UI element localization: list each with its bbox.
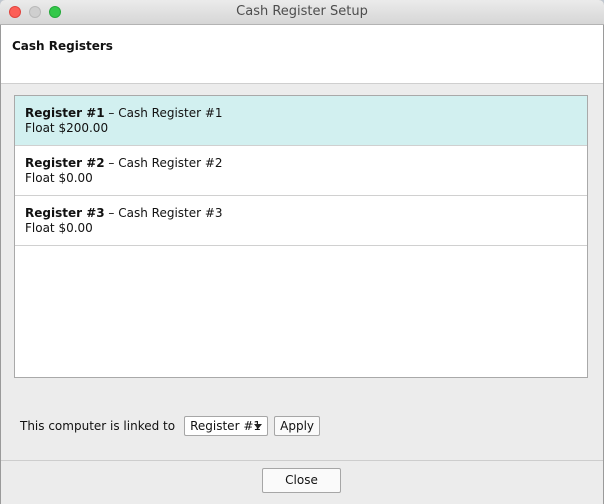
list-item[interactable]: Register #3 – Cash Register #3 Float $0.… <box>15 196 587 246</box>
register-id: Register #3 <box>25 206 105 220</box>
register-name: Cash Register #2 <box>118 156 223 170</box>
register-id: Register #1 <box>25 106 105 120</box>
register-id: Register #2 <box>25 156 105 170</box>
linked-register-label: This computer is linked to <box>20 419 176 433</box>
register-separator: – <box>104 206 119 220</box>
window-title: Cash Register Setup <box>236 4 368 19</box>
register-heading: Register #2 – Cash Register #2 <box>25 156 587 171</box>
register-heading: Register #1 – Cash Register #1 <box>25 106 587 121</box>
header-panel: Cash Registers <box>1 25 603 84</box>
register-select-value: Register #1 <box>190 419 262 433</box>
list-item[interactable]: Register #1 – Cash Register #1 Float $20… <box>15 96 587 146</box>
page-title: Cash Registers <box>12 39 113 53</box>
list-item[interactable]: Register #2 – Cash Register #2 Float $0.… <box>15 146 587 196</box>
register-name: Cash Register #1 <box>118 106 223 120</box>
chevron-down-icon <box>254 424 263 429</box>
register-name: Cash Register #3 <box>118 206 223 220</box>
register-select[interactable]: Register #1 <box>184 416 269 436</box>
cash-register-setup-window: Cash Register Setup Cash Registers Regis… <box>0 0 604 504</box>
register-heading: Register #3 – Cash Register #3 <box>25 206 587 221</box>
register-float: Float $200.00 <box>25 121 109 135</box>
register-float: Float $0.00 <box>25 221 93 235</box>
apply-button[interactable]: Apply <box>274 416 321 436</box>
register-separator: – <box>104 156 119 170</box>
title-bar: Cash Register Setup <box>0 0 604 25</box>
footer: Close <box>1 460 603 504</box>
close-button[interactable]: Close <box>262 468 341 493</box>
link-row: This computer is linked to Register #1 A… <box>20 415 321 437</box>
register-list[interactable]: Register #1 – Cash Register #1 Float $20… <box>14 95 588 378</box>
register-separator: – <box>104 106 119 120</box>
register-float: Float $0.00 <box>25 171 93 185</box>
